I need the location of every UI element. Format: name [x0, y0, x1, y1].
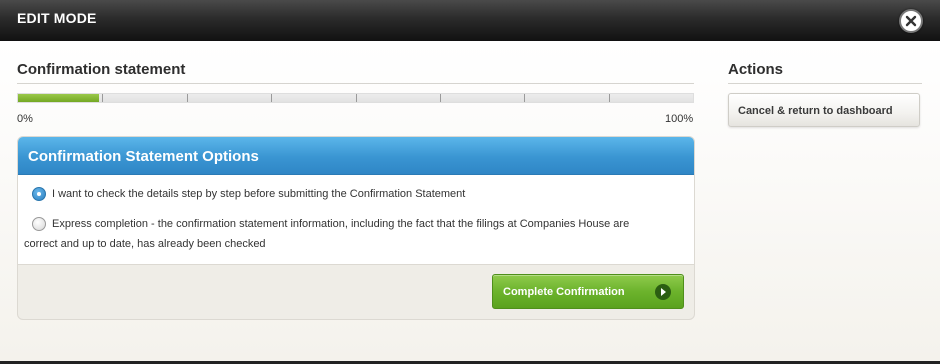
cancel-return-dashboard-button[interactable]: Cancel & return to dashboard [728, 93, 920, 127]
cancel-return-dashboard-label: Cancel & return to dashboard [738, 105, 893, 117]
progress-bar [17, 93, 694, 103]
actions-title-rule [728, 83, 922, 84]
confirmation-title: Confirmation statement [17, 61, 186, 78]
option-express-label-line2[interactable]: correct and up to date, has already been… [24, 234, 266, 254]
progress-tick [608, 94, 610, 102]
progress-start-label: 0% [17, 113, 33, 125]
modal-title: EDIT MODE [17, 10, 97, 26]
progress-tick [102, 94, 104, 102]
complete-confirmation-label: Complete Confirmation [503, 286, 625, 298]
option-express-label-line1[interactable]: Express completion - the confirmation st… [52, 214, 629, 234]
progress-tick [186, 94, 188, 102]
progress-tick [524, 94, 526, 102]
close-icon [905, 15, 917, 27]
progress-tick [439, 94, 441, 102]
chevron-right-icon [655, 284, 671, 300]
complete-confirmation-button[interactable]: Complete Confirmation [492, 274, 684, 309]
modal-topbar: EDIT MODE [0, 0, 940, 41]
options-header: Confirmation Statement Options [18, 137, 694, 175]
progress-fill [18, 94, 99, 102]
progress-end-label: 100% [665, 113, 694, 125]
option-express-radio[interactable] [32, 217, 46, 231]
options-panel: Confirmation Statement Options I want to… [17, 136, 695, 320]
options-list: I want to check the details step by step… [18, 175, 694, 265]
option-step-by-step-radio[interactable] [32, 187, 46, 201]
option-step-by-step-label[interactable]: I want to check the details step by step… [52, 184, 465, 204]
progress-tick [271, 94, 273, 102]
close-button[interactable] [899, 9, 923, 33]
progress-tick [355, 94, 357, 102]
actions-title: Actions [728, 61, 784, 78]
options-header-title: Confirmation Statement Options [28, 148, 259, 165]
confirmation-title-rule [17, 83, 694, 84]
